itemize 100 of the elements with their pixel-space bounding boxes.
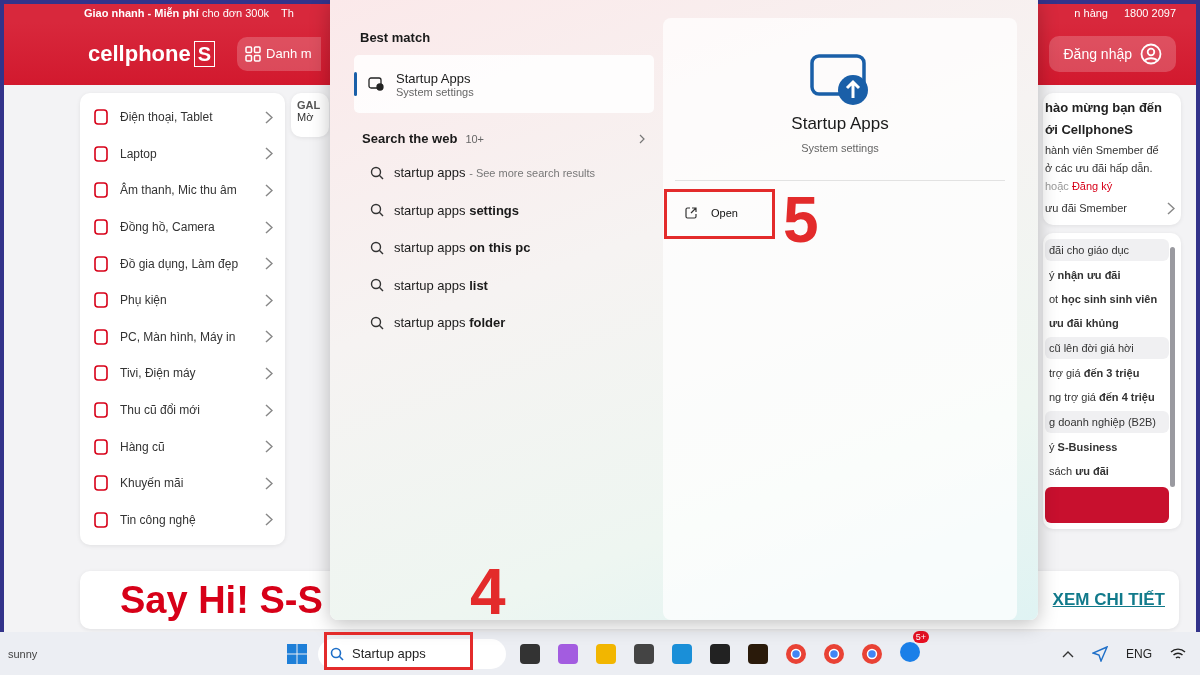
wifi-icon[interactable] [1170, 646, 1186, 661]
sidebar-item[interactable]: Tivi, Điện máy [92, 355, 273, 392]
result-subtitle: System settings [396, 85, 474, 98]
chevron-icon [265, 293, 273, 307]
chat-app-icon[interactable] [898, 640, 922, 664]
sidebar-item[interactable]: Đồ gia dụng, Làm đẹp [92, 245, 273, 282]
search-icon [370, 203, 384, 218]
gallery-card[interactable]: GAL Mờ [291, 93, 329, 137]
chevron-icon [265, 330, 273, 344]
sidebar-item[interactable]: Đồng hồ, Camera [92, 208, 273, 246]
sidebar-item[interactable]: Thu cũ đổi mới [92, 391, 273, 429]
app-subtitle: System settings [801, 142, 879, 154]
outline-icon [92, 474, 110, 493]
member-link[interactable]: ưu đãi Smember [1045, 199, 1175, 217]
offer-link[interactable]: ng trợ giá đến 4 triệu [1045, 385, 1169, 409]
outline-icon [92, 364, 110, 383]
hotline-text[interactable]: 1800 2097 [1124, 7, 1176, 19]
offer-link[interactable]: ưu đãi khủng [1045, 311, 1169, 335]
taskbar-search-field[interactable]: Startup apps [318, 638, 506, 669]
chevron-icon [265, 476, 273, 490]
outline-icon [92, 181, 110, 200]
section-heading: Search the web [362, 131, 458, 146]
promo-text: Giao nhanh - Miễn phí cho đơn 300k [84, 7, 270, 19]
language-indicator[interactable]: ENG [1126, 646, 1152, 661]
external-link-icon [685, 207, 697, 219]
startup-apps-icon [810, 54, 870, 106]
search-icon [370, 240, 384, 255]
windows-icon[interactable] [286, 642, 308, 665]
chevron-icon [265, 513, 273, 527]
outline-icon [92, 218, 110, 237]
outline-icon [92, 437, 110, 456]
result-title: Startup Apps [396, 70, 472, 86]
outline-icon [92, 510, 110, 529]
best-match-result[interactable]: Startup Apps System settings [354, 55, 654, 113]
result-count: 10+ [465, 132, 486, 145]
search-suggestion[interactable]: startup apps folder [356, 304, 655, 342]
search-suggestion[interactable]: startup apps - See more search results [356, 154, 655, 192]
search-icon [370, 315, 384, 330]
app-icon[interactable] [746, 641, 770, 666]
user-icon [1140, 42, 1162, 65]
outline-icon [92, 144, 110, 163]
search-icon [330, 646, 344, 661]
login-button[interactable]: Đăng nhập [1049, 35, 1176, 72]
app-icon[interactable] [632, 641, 656, 666]
offer-link[interactable]: trợ giá đến 3 triệu [1045, 361, 1169, 385]
register-prefix: hoặc [1045, 180, 1069, 192]
app-title: Startup Apps [791, 114, 889, 134]
outline-icon [92, 327, 110, 346]
step-number: 4 [470, 560, 506, 624]
offer-link[interactable]: sách ưu đãi [1045, 459, 1169, 483]
search-icon [370, 278, 384, 293]
open-button[interactable]: Open [669, 193, 769, 233]
sidebar-item[interactable]: Điện thoại, Tablet [92, 99, 273, 136]
welcome-text: hành viên Smember để ở các ưu đãi hấp dẫn. [1045, 143, 1160, 176]
sidebar-item[interactable]: Âm thanh, Mic thu âm [92, 172, 273, 209]
app-window-icon [368, 77, 384, 91]
search-suggestion[interactable]: startup apps settings [356, 191, 655, 229]
sidebar-item[interactable]: Phụ kiện [92, 281, 273, 319]
search-icon [370, 165, 384, 180]
order-link[interactable]: n hàng [1074, 7, 1108, 19]
offer-link[interactable]: ot học sinh sinh viên [1045, 287, 1169, 311]
chevron-icon [265, 110, 273, 124]
offer-group-heading: đãi cho giáo dục [1045, 239, 1169, 261]
chevron-icon [265, 257, 273, 271]
logo[interactable]: cellphone S [88, 40, 216, 67]
register-link[interactable]: Đăng ký [1071, 180, 1113, 192]
outline-icon [92, 108, 110, 127]
search-suggestion[interactable]: startup apps on this pc [356, 229, 655, 267]
app-icon[interactable] [518, 641, 542, 666]
chevron-icon [265, 366, 273, 380]
offer-link[interactable]: ý nhận ưu đãi [1045, 263, 1169, 287]
sidebar-item[interactable]: Laptop [92, 135, 273, 173]
category-button[interactable]: Danh m [237, 36, 322, 71]
sidebar-item[interactable]: Khuyến mãi [92, 464, 273, 502]
sidebar-item[interactable]: Hàng cũ [92, 428, 273, 465]
chevron-icon[interactable] [639, 133, 645, 144]
search-suggestion[interactable]: startup apps list [356, 266, 655, 304]
weather-text[interactable]: sunny [8, 647, 286, 660]
app-icon[interactable] [708, 641, 732, 666]
offer-link[interactable]: ý S-Business [1045, 435, 1169, 459]
grid-icon [245, 45, 262, 62]
chevron-icon [1167, 201, 1175, 215]
sidebar-item[interactable]: Tin công nghệ [92, 501, 273, 539]
location-icon[interactable] [1092, 645, 1108, 662]
chevron-icon [265, 220, 273, 234]
step-number: 5 [783, 188, 819, 252]
banner-title: Say Hi! S-S [120, 578, 323, 622]
caret-icon[interactable] [1062, 649, 1074, 658]
promo-text: Th [281, 7, 294, 19]
scrollbar[interactable] [1170, 247, 1175, 487]
section-heading: Best match [360, 30, 432, 45]
outline-icon [92, 291, 110, 310]
sidebar-item[interactable]: PC, Màn hình, Máy in [92, 318, 273, 356]
details-link[interactable]: XEM CHI TIẾT [1052, 590, 1165, 610]
circle-app-icon[interactable] [860, 641, 884, 666]
circle-app-icon[interactable] [822, 641, 846, 666]
chevron-icon [265, 147, 273, 161]
circle-app-icon[interactable] [784, 641, 808, 666]
notification-badge: 5+ [912, 631, 929, 643]
chevron-icon [265, 184, 273, 197]
